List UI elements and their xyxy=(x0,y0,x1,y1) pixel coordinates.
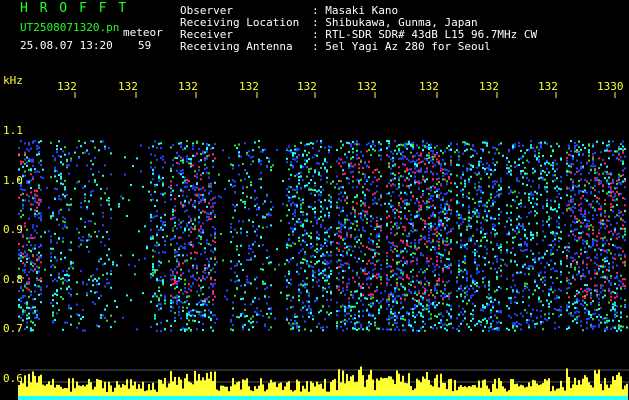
y-tick-label: 1.0 xyxy=(3,174,23,187)
x-tick-label: 132 xyxy=(479,80,499,93)
spectrogram-pixels xyxy=(18,140,628,332)
x-tick-label: 132 xyxy=(178,80,198,93)
y-tick-label: 0.6 xyxy=(3,372,23,385)
x-tick-label: 132 xyxy=(118,80,138,93)
y-tick-label: 0.7 xyxy=(3,322,23,335)
x-tick-label: 132 xyxy=(239,80,259,93)
y-tick-label: 1.1 xyxy=(3,124,23,137)
y-unit-label: kHz xyxy=(3,74,23,87)
x-tick-label: 132 xyxy=(538,80,558,93)
y-tick-label: 0.9 xyxy=(3,223,23,236)
y-tick-label: 0.8 xyxy=(3,273,23,286)
x-tick-label: 132 xyxy=(57,80,77,93)
x-tick-label: 132 xyxy=(357,80,377,93)
x-tick-label: 132 xyxy=(297,80,317,93)
x-tick-label: 1330 xyxy=(597,80,624,93)
spectrogram xyxy=(18,92,629,400)
x-tick-label: 132 xyxy=(419,80,439,93)
